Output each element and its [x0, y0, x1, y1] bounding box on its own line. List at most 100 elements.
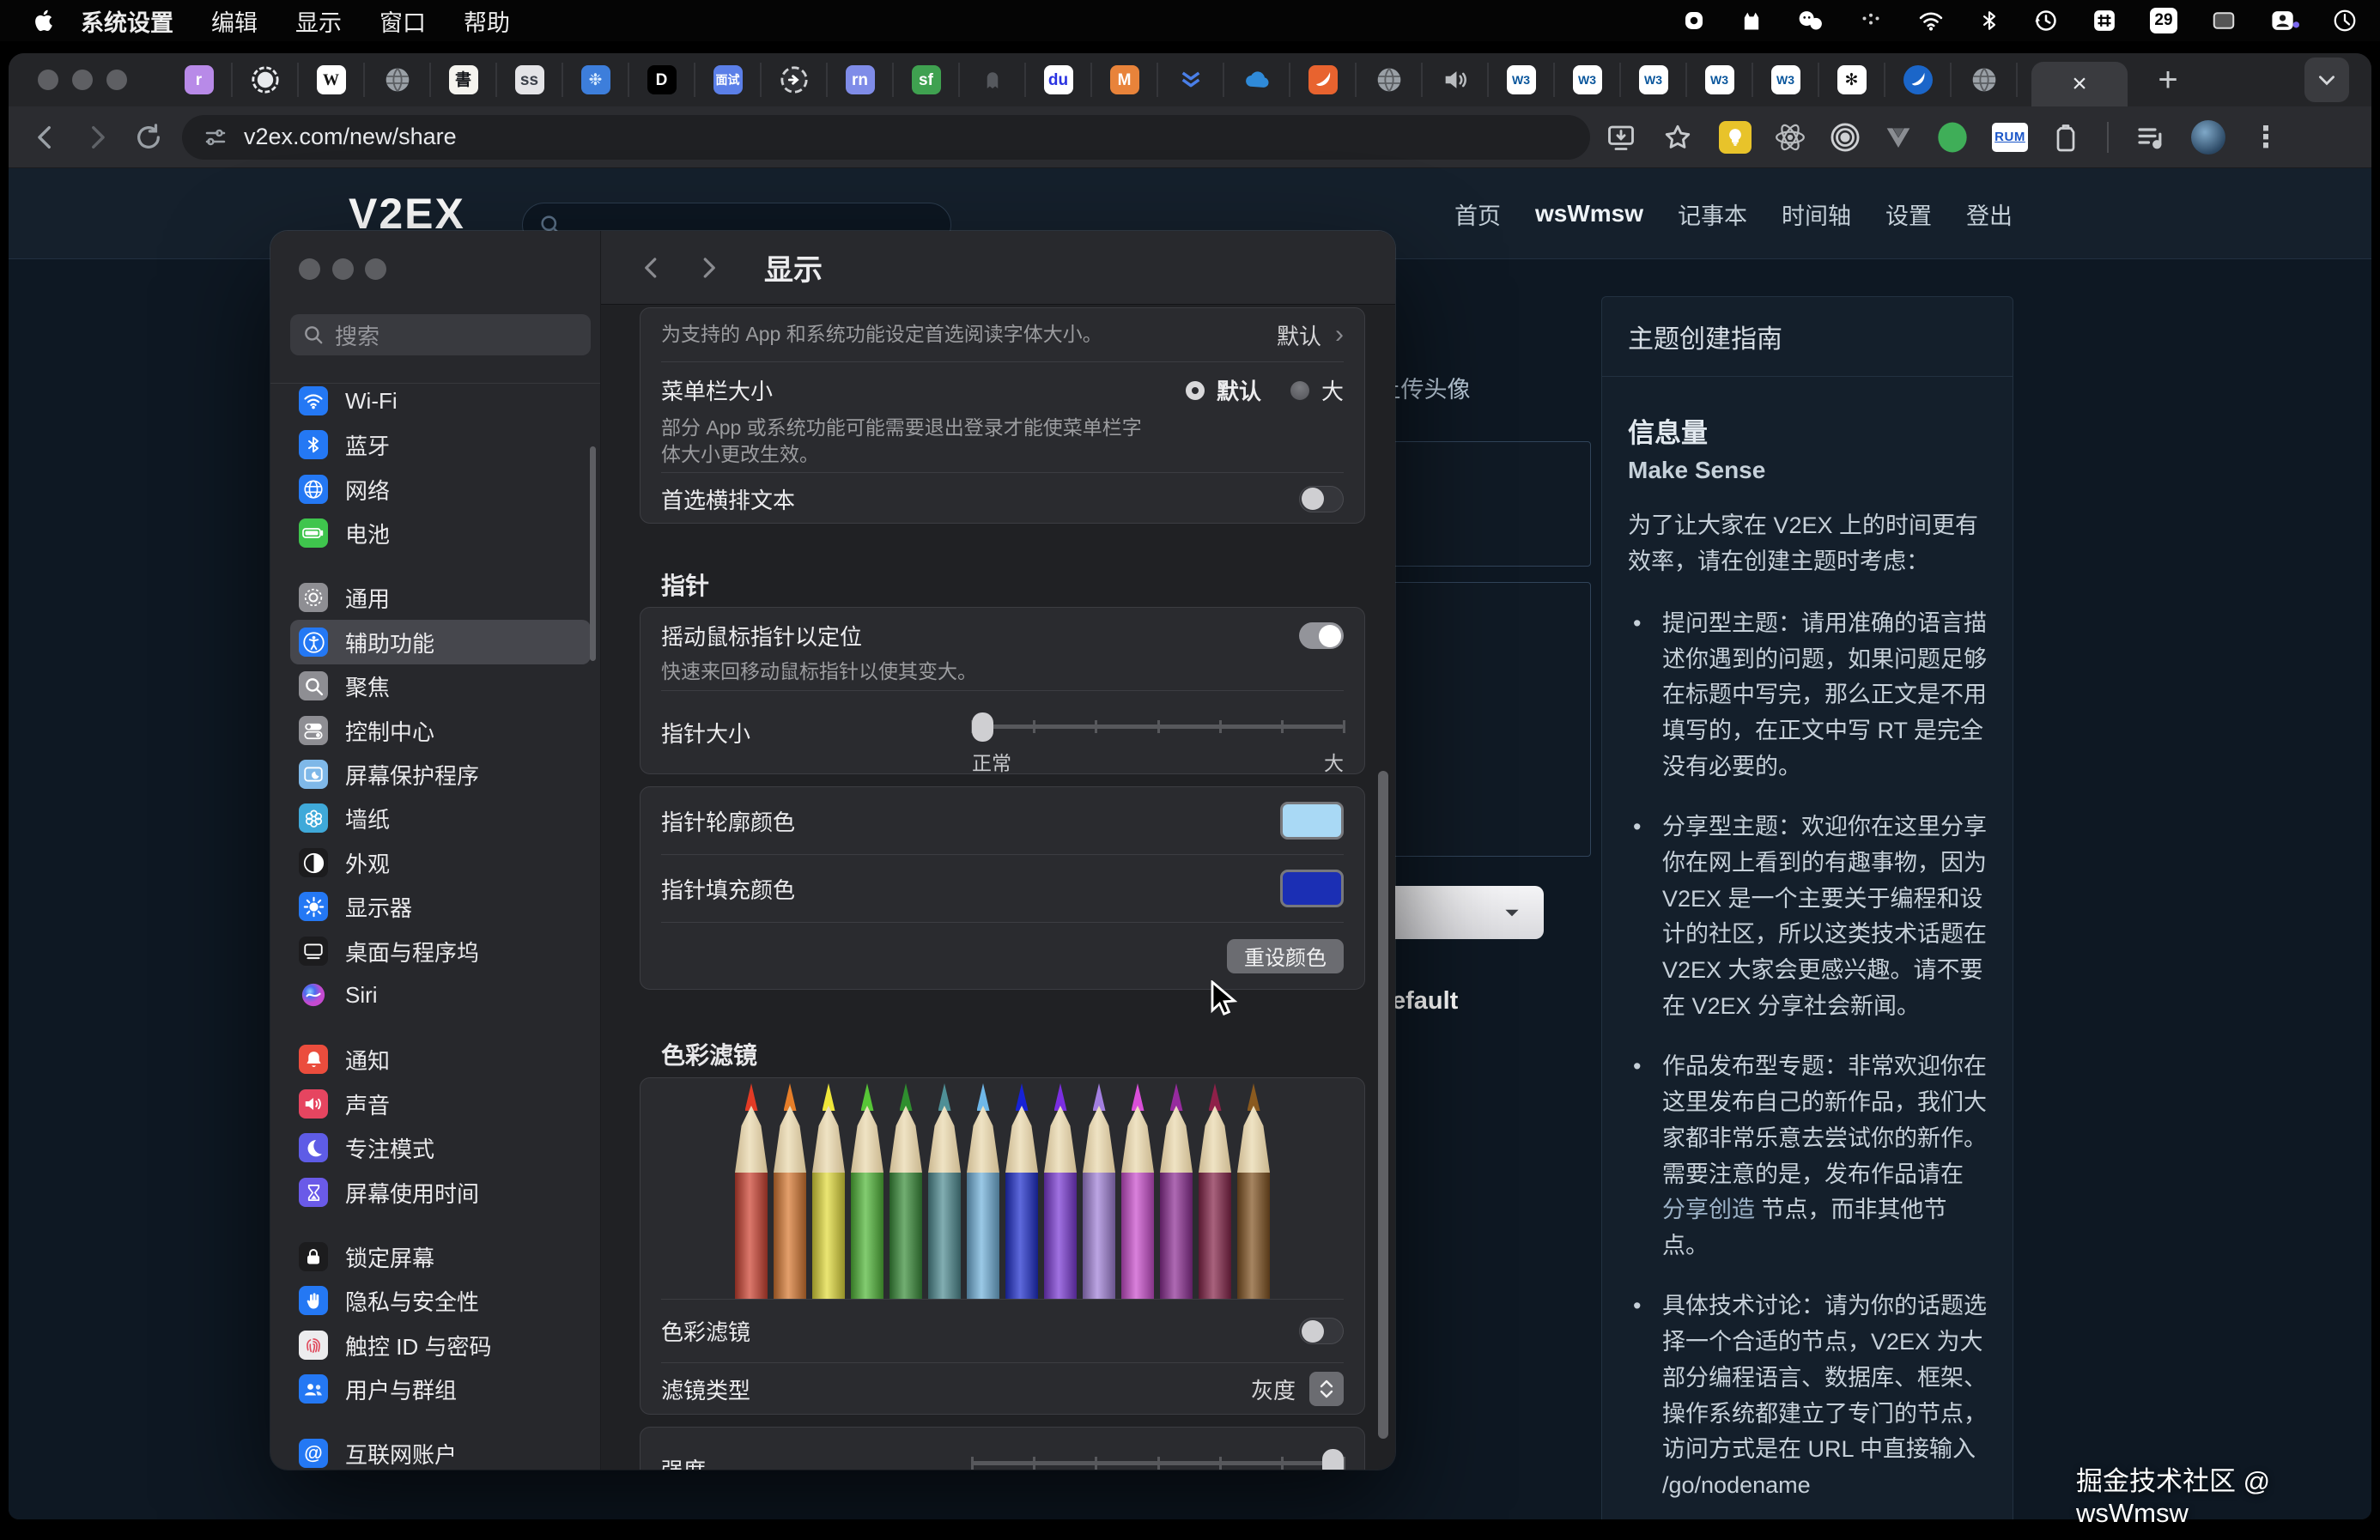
new-tab-button[interactable]: + [2146, 61, 2189, 100]
pinned-tab-2[interactable] [233, 63, 299, 97]
sidebar-item-隐私与安全性[interactable]: 隐私与安全性 [290, 1278, 591, 1323]
reset-colors-button[interactable]: 重设颜色 [1227, 939, 1344, 973]
pinned-tab-5[interactable]: 書 [431, 63, 497, 97]
keep-bulb-icon[interactable] [1719, 121, 1752, 154]
pinned-tab-3[interactable]: W [299, 63, 365, 97]
tab-search-chevron-button[interactable] [2304, 58, 2349, 102]
menu-item-4[interactable]: 窗口 [361, 10, 445, 36]
address-bar[interactable]: v2ex.com/new/share [182, 115, 1590, 160]
reload-button[interactable] [134, 123, 163, 152]
pinned-tab-1[interactable]: r [167, 63, 233, 97]
pointer-fill-color-swatch[interactable] [1280, 870, 1344, 907]
pinned-tab-22[interactable]: W3 [1555, 63, 1621, 97]
sidebar-item-声音[interactable]: 声音 [290, 1082, 591, 1126]
pinned-tab-13[interactable] [960, 63, 1026, 97]
settings-search-input[interactable]: 搜索 [290, 314, 591, 355]
input-dots-icon[interactable] [1858, 8, 1884, 33]
slider-handle[interactable] [1322, 1449, 1344, 1470]
minimize-window-button[interactable] [72, 70, 93, 90]
v2ex-nav-1[interactable]: 首页 [1454, 197, 1501, 231]
active-tab[interactable]: × [2031, 62, 2128, 106]
sidebar-item-专注模式[interactable]: 专注模式 [290, 1125, 591, 1170]
v2ex-nav-5[interactable]: 设置 [1885, 197, 1932, 231]
calendar-icon[interactable]: 29 [2150, 8, 2177, 33]
sidebar-item-网络[interactable]: 网络 [290, 467, 591, 512]
menu-item-1[interactable]: 系统设置 [62, 10, 192, 36]
v2ex-nav-3[interactable]: 记事本 [1678, 197, 1747, 231]
v2ex-nav-6[interactable]: 登出 [1966, 197, 2013, 231]
pinned-tab-17[interactable] [1224, 63, 1290, 97]
pointer-outline-color-swatch[interactable] [1280, 802, 1344, 840]
apple-logo-icon[interactable] [24, 9, 62, 33]
pinned-tab-4[interactable] [365, 63, 431, 97]
pinned-tab-21[interactable]: W3 [1489, 63, 1555, 97]
v2ex-nav-4[interactable]: 时间轴 [1782, 197, 1851, 231]
toggle-switch[interactable] [1299, 486, 1344, 512]
sidebar-item-通用[interactable]: 通用 [290, 575, 591, 620]
pinned-tab-23[interactable]: W3 [1621, 63, 1687, 97]
bluetooth-icon[interactable] [1978, 8, 2001, 33]
forward-button[interactable] [82, 123, 112, 152]
sidebar-item-蓝牙[interactable]: 蓝牙 [290, 422, 591, 467]
font-size-value[interactable]: 默认 [1277, 319, 1321, 351]
back-button[interactable] [31, 123, 60, 152]
pinned-tab-28[interactable] [1952, 63, 2018, 97]
sidebar-scrollbar[interactable] [590, 446, 596, 661]
target-icon[interactable] [1829, 121, 1861, 154]
record-stop-icon[interactable] [1681, 8, 1707, 33]
wechat-icon[interactable] [1796, 8, 1825, 33]
sidebar-item-聚焦[interactable]: 聚焦 [290, 664, 591, 708]
radio-large[interactable] [1290, 381, 1309, 400]
window-controls[interactable] [38, 70, 141, 90]
sidebar-item-屏幕使用时间[interactable]: 屏幕使用时间 [290, 1170, 591, 1215]
slider-handle[interactable] [972, 712, 993, 742]
sidebar-item-通知[interactable]: 通知 [290, 1037, 591, 1082]
pinned-tab-19[interactable] [1357, 63, 1423, 97]
minimize-window-button[interactable] [332, 258, 354, 280]
rum-icon[interactable]: RUM [1992, 123, 2028, 152]
url-text[interactable]: v2ex.com/new/share [244, 124, 457, 150]
profile-avatar[interactable] [2191, 120, 2225, 155]
close-window-button[interactable] [299, 258, 320, 280]
filter-type-stepper[interactable] [1309, 1372, 1344, 1406]
toggle-switch[interactable] [1299, 622, 1344, 649]
sidebar-item-Siri[interactable]: Siri [290, 973, 591, 1017]
clock-icon[interactable] [2332, 8, 2358, 33]
settings-scrollbar[interactable] [1378, 771, 1388, 1439]
green-dot-icon[interactable] [1935, 120, 1970, 155]
site-info-icon[interactable] [203, 124, 228, 150]
slider[interactable]: 正常大 [972, 702, 1344, 762]
menu-item-2[interactable]: 编辑 [192, 10, 276, 36]
menu-item-3[interactable]: 显示 [276, 10, 361, 36]
pinned-tab-27[interactable] [1885, 63, 1952, 97]
guide-node-link[interactable]: 分享创造 [1662, 1197, 1755, 1222]
sidebar-item-触控 ID 与密码[interactable]: 触控 ID 与密码 [290, 1323, 591, 1367]
pinned-tab-14[interactable]: du [1026, 63, 1092, 97]
time-machine-icon[interactable] [2033, 8, 2059, 33]
pinned-tab-9[interactable]: 面试 [695, 63, 762, 97]
pinned-tab-10[interactable] [762, 63, 828, 97]
zoom-window-button[interactable] [365, 258, 386, 280]
radio-default[interactable] [1186, 381, 1205, 400]
sidebar-item-锁定屏幕[interactable]: 锁定屏幕 [290, 1234, 591, 1279]
sidebar-item-用户与群组[interactable]: 用户与群组 [290, 1367, 591, 1411]
v2ex-nav-2[interactable]: wsWmsw [1535, 200, 1643, 227]
pinned-tab-11[interactable]: rn [828, 63, 894, 97]
pinned-tab-25[interactable]: W3 [1753, 63, 1819, 97]
filter-type-value[interactable]: 灰度 [1251, 1373, 1296, 1405]
pinned-tab-24[interactable]: W3 [1687, 63, 1753, 97]
sidebar-item-屏幕保护程序[interactable]: 屏幕保护程序 [290, 752, 591, 797]
clipboard-icon[interactable] [2050, 122, 2081, 153]
install-app-icon[interactable] [1606, 122, 1636, 153]
pinned-tab-12[interactable]: sf [894, 63, 960, 97]
pinned-tab-8[interactable]: D [629, 63, 695, 97]
slider[interactable] [972, 1439, 1344, 1470]
sidebar-item-Wi-Fi[interactable]: Wi-Fi [290, 379, 591, 423]
browser-menu-kebab-icon[interactable]: ⋮ [2251, 120, 2280, 155]
sidebar-item-显示器[interactable]: 显示器 [290, 884, 591, 929]
react-icon[interactable] [1774, 121, 1806, 154]
sidebar-item-互联网账户[interactable]: @互联网账户 [290, 1431, 591, 1470]
input-method-icon[interactable] [2092, 8, 2117, 33]
vue-icon[interactable] [1884, 124, 1913, 151]
sidebar-item-电池[interactable]: 电池 [290, 511, 591, 555]
